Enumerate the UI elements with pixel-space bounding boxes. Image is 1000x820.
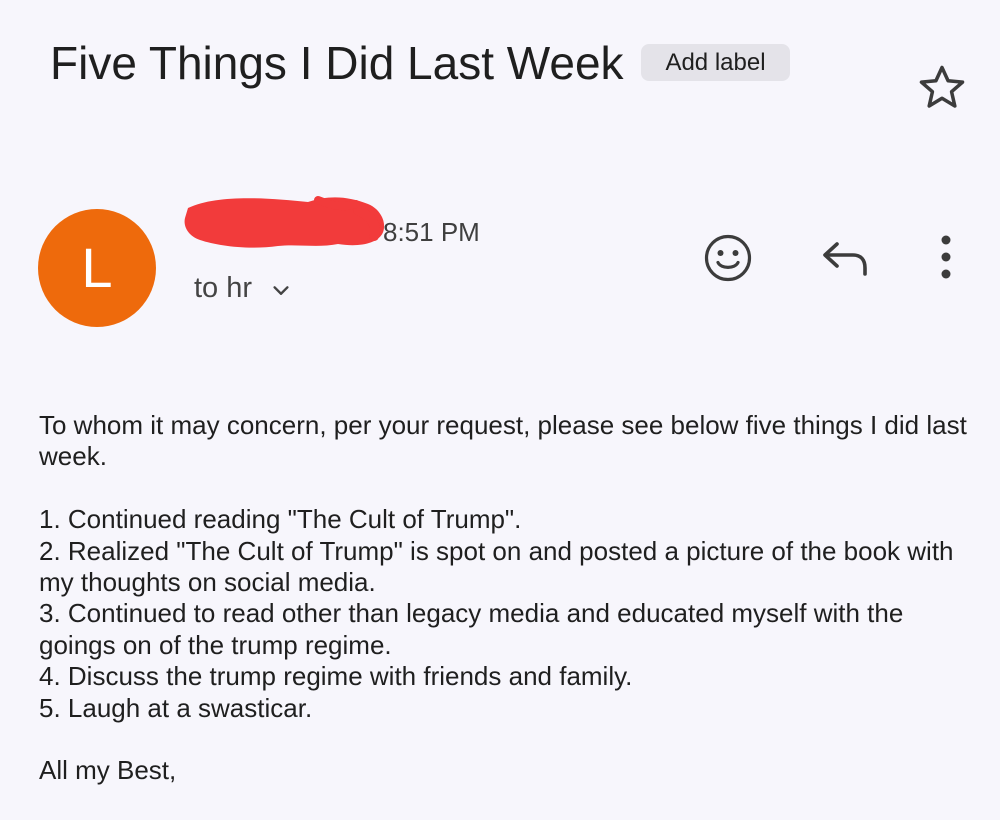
recipient-details-toggle[interactable]: to hr: [194, 268, 292, 308]
list-item: 1. Continued reading "The Cult of Trump"…: [39, 504, 522, 535]
redaction-scribble: [184, 196, 385, 248]
chevron-down-icon: [273, 286, 289, 295]
list-item: 2. Realized "The Cult of Trump" is spot …: [39, 535, 954, 598]
recipient-label: to hr: [194, 272, 253, 304]
list-item: 5. Laugh at a swasticar.: [39, 692, 313, 723]
reply-icon[interactable]: [819, 238, 873, 278]
email-time: 8:51 PM: [383, 217, 480, 247]
star-icon[interactable]: [914, 60, 970, 116]
body-intro: To whom it may concern, per your request…: [39, 410, 967, 472]
add-label-button[interactable]: Add label: [641, 44, 790, 81]
list-item: 3. Continued to read other than legacy m…: [39, 598, 904, 660]
email-body: To whom it may concern, per your request…: [39, 410, 969, 787]
email-subject: Five Things I Did Last Week: [50, 37, 624, 89]
more-options-icon[interactable]: [932, 232, 960, 282]
list-item: 4. Discuss the trump regime with friends…: [39, 661, 633, 692]
body-signoff: All my Best,: [39, 755, 177, 786]
add-reaction-icon[interactable]: [703, 233, 753, 283]
sender-avatar[interactable]: L: [38, 209, 156, 327]
